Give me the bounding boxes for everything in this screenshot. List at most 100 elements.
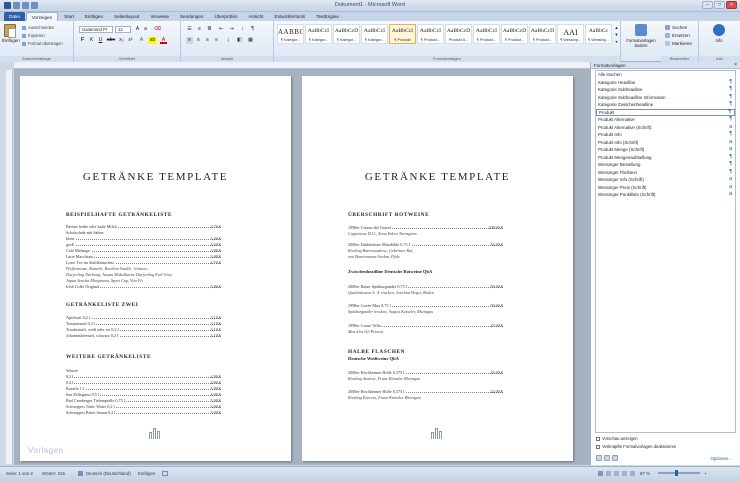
font-name-combo[interactable]: Garamond Pr [79,26,113,33]
cut-button[interactable]: Ausschneiden [22,25,54,30]
maximize-button[interactable]: □ [714,1,725,9]
insert-mode[interactable]: Einfügen [138,471,155,476]
superscript-button[interactable]: x² [127,37,134,44]
bold-button[interactable]: F [79,37,86,44]
style-item[interactable]: Produkt Info (Schrift) a [596,139,735,147]
style-gallery-item[interactable]: AaBbCcD ¶ Kategor... [333,24,360,44]
style-item[interactable]: Kategorie Subheadline Information ¶ [596,94,735,102]
view-web-icon[interactable] [614,471,619,476]
style-item[interactable]: Produkt Menge (Schrift) a [596,146,735,154]
align-right-icon[interactable]: ≡ [204,37,211,44]
macro-icon[interactable] [162,471,168,476]
tab-textengine[interactable]: TextEngine [311,12,344,21]
italic-button[interactable]: K [88,37,95,44]
tab-datei[interactable]: Datei [4,12,25,21]
find-button[interactable]: Suchen [665,25,687,31]
gallery-down-icon[interactable]: ▼ [613,31,620,38]
tab-entwicklertools[interactable]: Entwicklertools [270,12,311,21]
paste-button[interactable]: Einfügen [2,38,20,43]
style-inspector-icon[interactable] [604,455,610,461]
style-item[interactable]: Alle löschen [596,71,735,79]
style-item[interactable]: Wessinger Fließtext ¶ [596,169,735,177]
text-effects-button[interactable]: A [138,37,145,44]
tab-ueberpruefen[interactable]: Überprüfen [209,12,242,21]
options-link[interactable]: Optionen... [711,456,732,461]
align-center-icon[interactable]: ≡ [195,37,202,44]
shrink-font-button[interactable]: a [142,26,149,33]
sort-icon[interactable]: ↕ [239,26,246,33]
style-item[interactable]: Wessinger Info (Schrift) a [596,176,735,184]
shading-icon[interactable]: ◧ [236,37,243,44]
style-gallery-item[interactable]: AAI ¶ Wessing... [557,24,584,44]
view-print-icon[interactable] [598,471,603,476]
style-item[interactable]: Produkt Alternative ¶ [596,116,735,124]
pilcrow-icon[interactable]: ¶ [249,26,256,33]
minimize-button[interactable]: – [702,1,713,9]
style-item[interactable]: Kategorie Zwischenheadline ¶ [596,101,735,109]
style-gallery-item[interactable]: AaBbCcD ¶ Produkt... [529,24,556,44]
close-button[interactable]: × [726,1,737,9]
horizontal-ruler[interactable] [14,62,590,69]
close-icon[interactable]: × [734,62,737,69]
tab-einfuegen[interactable]: Einfügen [80,12,108,21]
style-gallery-item[interactable]: AaBbCcI ¶ Kategor... [305,24,332,44]
replace-button[interactable]: Ersetzen [665,33,690,39]
word-count[interactable]: Wörter: 215 [42,471,65,476]
preview-checkbox[interactable]: Vorschau anzeigen [596,436,638,441]
decrease-indent-icon[interactable]: ⇤ [218,26,225,33]
tab-ansicht[interactable]: Ansicht [243,12,268,21]
tab-verweise[interactable]: Verweise [145,12,174,21]
style-item[interactable]: Produkt Info ¶ [596,131,735,139]
view-draft-icon[interactable] [630,471,635,476]
clear-format-icon[interactable]: ⌫ [154,26,161,33]
multilevel-icon[interactable]: ≣ [206,26,213,33]
tab-seitenlayout[interactable]: Seitenlayout [109,12,144,21]
style-item[interactable]: Wessinger Punktliste (Schrift) a [596,191,735,199]
manage-styles-icon[interactable] [612,455,618,461]
highlight-button[interactable]: ab [148,37,157,44]
style-item[interactable]: Wessinger Bestellung ¶ [596,161,735,169]
numbering-icon[interactable]: ≡ [196,26,203,33]
style-gallery-item-selected[interactable]: AaBbCcI ¶ Produkt [389,24,416,44]
align-left-icon[interactable]: ≡ [186,37,193,44]
style-item[interactable]: Produkt Alternative (Schrift) a [596,124,735,132]
document-page-right[interactable]: GETRÄNKE TEMPLATE ÜBERSCHRIFT ROTWEINE 1… [302,76,573,461]
new-style-icon[interactable] [596,455,602,461]
view-outline-icon[interactable] [622,471,627,476]
tab-sendungen[interactable]: Sendungen [175,12,209,21]
zoom-in-icon[interactable]: + [704,471,707,476]
strike-button[interactable]: abe [106,37,116,44]
format-painter-button[interactable]: Format übertragen [22,41,63,46]
style-item[interactable]: Kategorie Subheadline ¶ [596,86,735,94]
zoom-level[interactable]: 87 % [640,471,650,476]
font-size-combo[interactable]: 12 [115,26,131,33]
subscript-button[interactable]: x₂ [118,37,125,44]
underline-button[interactable]: U [97,37,104,44]
view-fullscreen-icon[interactable] [606,471,611,476]
style-item[interactable]: Produkt Mengenaufstellung ¶ [596,154,735,162]
info-button[interactable]: Info [707,24,731,43]
change-styles-button[interactable]: Formatvorlagen ändern [623,24,659,48]
style-gallery-item[interactable]: AaBbCcI ¶ Produkt... [417,24,444,44]
zoom-slider[interactable] [658,470,700,476]
justify-icon[interactable]: ≡ [213,37,220,44]
copy-button[interactable]: Kopieren [22,33,45,38]
style-item[interactable]: Kategorie Headline ¶ [596,79,735,87]
style-gallery-item[interactable]: AaBbCc ¶ Wessing... [585,24,612,44]
font-color-button[interactable]: A [160,37,167,44]
line-spacing-icon[interactable]: ↨ [225,37,232,44]
styles-list[interactable]: Alle löschen Kategorie Headline ¶ Kategor… [595,70,736,433]
tab-start[interactable]: Start [59,12,79,21]
grow-font-button[interactable]: A [134,26,141,33]
document-area[interactable]: GETRÄNKE TEMPLATE BEISPIELHAFTE GETRÄNKE… [14,69,590,465]
vertical-ruler[interactable] [6,70,13,464]
disable-linked-checkbox[interactable]: Verknüpfte Formatvorlagen deaktivieren [596,444,676,449]
style-item[interactable]: Wessinger Preis (Schrift) a [596,184,735,192]
document-page-left[interactable]: GETRÄNKE TEMPLATE BEISPIELHAFTE GETRÄNKE… [20,76,291,461]
paste-icon[interactable] [4,24,16,38]
proofing-icon[interactable] [78,471,83,476]
style-gallery-item[interactable]: AaBbCcD Produkt A... [445,24,472,44]
gallery-more-icon[interactable]: ▾ [613,38,620,45]
style-item-selected[interactable]: Produkt ¶ [596,108,735,116]
language[interactable]: Deutsch (Deutschland) [86,471,131,476]
